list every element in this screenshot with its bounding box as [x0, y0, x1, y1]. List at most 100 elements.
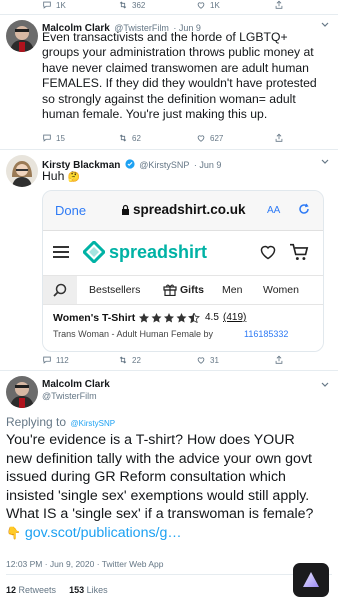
star-rating-icon	[139, 313, 200, 323]
site-header: spreadshirt	[43, 231, 323, 275]
triangle-icon	[303, 572, 319, 587]
heart-icon	[197, 2, 205, 9]
reply-count: 1K	[56, 0, 66, 10]
share-icon	[275, 0, 283, 9]
verified-badge-icon	[125, 159, 135, 169]
chevron-down-icon[interactable]	[320, 157, 330, 167]
hamburger-menu-icon	[53, 246, 69, 258]
retweet-count: 62	[132, 133, 141, 143]
avatar[interactable]	[6, 155, 38, 187]
tweet-timestamp[interactable]: 12:03 PM · Jun 9, 2020 · Twitter Web App	[6, 559, 164, 569]
retweet-button[interactable]: 62	[118, 133, 141, 143]
nav-item-bestsellers: Bestsellers	[89, 284, 141, 296]
tweet-text-line: issued during GR Reform consultation whi…	[6, 469, 286, 486]
product-title: Women's T-Shirt	[53, 312, 136, 324]
tweet-text-line: Huh	[42, 169, 65, 183]
share-icon	[275, 355, 283, 364]
rating-count: (419)	[223, 312, 247, 323]
avatar[interactable]	[6, 376, 38, 408]
rating-value: 4.5	[205, 312, 219, 323]
reply-button[interactable]: 1K	[42, 0, 66, 10]
reply-count: 15	[56, 133, 65, 143]
tweet-text-line: groups your administration throws public…	[42, 45, 314, 60]
tweet-text-line: so strongly against the definition woman…	[42, 91, 296, 106]
retweets-label[interactable]: Retweets	[19, 585, 57, 595]
nav-item-women: Women	[263, 284, 299, 296]
share-button[interactable]	[274, 355, 284, 365]
reply-icon	[43, 356, 51, 364]
divider	[0, 14, 338, 15]
tweet-link[interactable]: gov.scot/publications/g…	[25, 525, 182, 541]
brand-name: spreadshirt	[109, 242, 208, 262]
wishlist-heart-icon	[260, 245, 276, 260]
tweet-text-line: Even transactivists and the horde of LGB…	[42, 30, 288, 44]
chevron-down-icon[interactable]	[320, 380, 330, 390]
retweets-count[interactable]: 12	[6, 585, 16, 595]
retweet-icon	[119, 356, 127, 364]
divider	[0, 149, 338, 150]
browser-bar: Done spreadshirt.co.uk AA	[43, 191, 323, 231]
tweet-text-line: FEMALES. If they did they wouldn't have …	[42, 76, 317, 91]
like-count: 31	[210, 355, 219, 365]
reply-button[interactable]: 112	[42, 355, 69, 365]
reply-count: 112	[56, 355, 69, 365]
replying-to-handle[interactable]: @KirstySNP	[71, 419, 116, 428]
retweet-button[interactable]: 362	[118, 0, 145, 10]
divider	[6, 574, 332, 575]
text-size-button: AA	[267, 205, 281, 216]
done-button: Done	[55, 203, 87, 218]
like-button[interactable]: 1K	[196, 0, 220, 10]
tweet-text: Huh 🤔	[42, 169, 242, 185]
floating-action-button[interactable]	[293, 563, 329, 597]
attached-image[interactable]: Done spreadshirt.co.uk AA spreadshirt Be…	[42, 190, 324, 352]
like-button[interactable]: 31	[196, 355, 219, 365]
product-info: Women's T-Shirt 4.5 (419) Trans Woman - …	[43, 305, 323, 351]
spreadshirt-logo-icon	[83, 241, 105, 263]
likes-label[interactable]: Likes	[87, 585, 108, 595]
heart-icon	[197, 135, 205, 142]
retweet-button[interactable]: 22	[118, 355, 141, 365]
share-icon	[275, 133, 283, 142]
thinking-emoji: 🤔	[67, 172, 81, 183]
url-text: spreadshirt.co.uk	[133, 202, 246, 217]
product-description: Trans Woman - Adult Human Female by	[53, 329, 214, 339]
retweet-count: 362	[132, 0, 146, 10]
share-button[interactable]	[274, 133, 284, 143]
author-handle[interactable]: @TwisterFilm	[42, 391, 97, 401]
tweet-text-line: new definition tally with the advice you…	[6, 450, 312, 467]
retweet-icon	[119, 1, 127, 9]
site-nav: Bestsellers Gifts Men Women	[43, 275, 323, 305]
tweet-actions: 15 62 627	[42, 133, 322, 143]
reply-icon	[43, 1, 51, 9]
gift-icon	[163, 284, 177, 296]
tweet-text-line: have never claimed transwomen are adult …	[42, 60, 309, 75]
replying-to: Replying to @KirstySNP	[6, 413, 115, 431]
retweet-icon	[119, 134, 127, 142]
share-button[interactable]	[274, 0, 284, 10]
reload-icon	[299, 203, 309, 214]
divider	[0, 370, 338, 371]
author-name[interactable]: Malcolm Clark	[42, 379, 110, 390]
search-button	[43, 276, 77, 304]
like-count: 1K	[210, 0, 220, 10]
lock-icon	[122, 204, 129, 215]
reply-icon	[43, 134, 51, 142]
tweet-text: You're evidence is a T-shirt? How does Y…	[6, 431, 336, 543]
reply-button[interactable]: 15	[42, 133, 65, 143]
tweet-header: Kirsty Blackman @KirstySNP · Jun 9	[42, 155, 322, 171]
tweet-text-line: insisted 'single sex' exemptions would s…	[6, 487, 310, 504]
heart-icon	[197, 357, 205, 364]
tweet-text-line: human female. You're just making this up…	[42, 107, 268, 122]
shopping-cart-icon	[290, 243, 309, 261]
nav-item-men: Men	[222, 284, 243, 296]
chevron-down-icon[interactable]	[320, 20, 330, 30]
like-count: 627	[210, 133, 224, 143]
like-button[interactable]: 627	[196, 133, 223, 143]
previous-tweet-actions: 1K 362 1K	[42, 0, 322, 10]
nav-item-gifts: Gifts	[180, 284, 204, 296]
tweet-stats: 12 Retweets 153 Likes	[6, 585, 108, 595]
pointing-down-emoji: 👇	[6, 525, 21, 540]
likes-count[interactable]: 153	[69, 585, 84, 595]
tweet-actions: 112 22 31	[42, 355, 322, 365]
avatar[interactable]	[6, 20, 38, 52]
